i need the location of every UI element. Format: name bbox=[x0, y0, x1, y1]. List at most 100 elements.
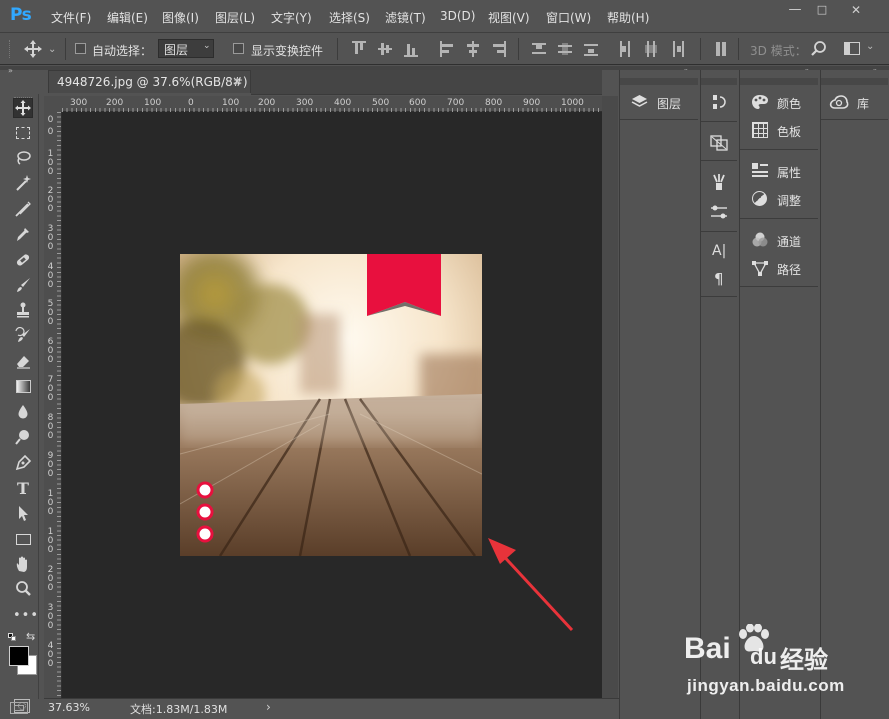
close-icon[interactable]: × bbox=[232, 74, 242, 88]
move-tool-icon[interactable] bbox=[13, 98, 33, 118]
brush-settings-icon[interactable] bbox=[710, 203, 728, 221]
status-arrow-icon[interactable]: › bbox=[266, 700, 271, 714]
align-vertical-center-icon[interactable] bbox=[378, 41, 392, 57]
divider bbox=[620, 119, 698, 120]
chevron-down-icon: ⌄ bbox=[203, 41, 211, 51]
history-icon[interactable] bbox=[710, 93, 728, 111]
adjustments-icon[interactable] bbox=[752, 191, 767, 206]
zoom-tool-icon[interactable] bbox=[13, 580, 33, 600]
menu-type[interactable]: 文字(Y) bbox=[271, 9, 312, 26]
menu-file[interactable]: 文件(F) bbox=[51, 9, 91, 26]
brushes-icon[interactable] bbox=[710, 173, 728, 191]
menu-3d[interactable]: 3D(D) bbox=[440, 9, 475, 23]
workspace-chevron-icon[interactable]: ⌄ bbox=[866, 41, 874, 52]
rectangle-tool-icon[interactable] bbox=[13, 530, 33, 550]
align-right-icon[interactable] bbox=[492, 41, 506, 57]
paths-icon[interactable] bbox=[751, 259, 769, 277]
gradient-tool-icon[interactable] bbox=[13, 377, 33, 397]
ruler-tick-label: 300 bbox=[296, 98, 314, 108]
swatches-icon[interactable] bbox=[752, 122, 768, 138]
marquee-tool-icon[interactable] bbox=[13, 124, 33, 144]
panel-label-channels[interactable]: 通道 bbox=[777, 233, 801, 250]
swap-colors-icon[interactable]: ⇆ bbox=[26, 630, 35, 643]
screen-mode-icon[interactable] bbox=[10, 702, 28, 714]
search-icon[interactable] bbox=[810, 40, 828, 58]
menu-window[interactable]: 窗口(W) bbox=[546, 9, 591, 26]
type-tool-icon[interactable]: T bbox=[13, 479, 33, 499]
healing-brush-tool-icon[interactable] bbox=[13, 251, 33, 271]
menu-help[interactable]: 帮助(H) bbox=[607, 9, 649, 26]
minimize-button[interactable]: — bbox=[784, 3, 806, 19]
panel-label-layers[interactable]: 图层 bbox=[657, 95, 681, 112]
separator bbox=[65, 38, 66, 60]
more-tools-icon[interactable]: ••• bbox=[13, 606, 38, 626]
distribute-top-icon[interactable] bbox=[532, 41, 546, 57]
magic-wand-tool-icon[interactable] bbox=[13, 174, 33, 194]
auto-select-dropdown[interactable]: 图层 ⌄ bbox=[158, 39, 214, 58]
menu-filter[interactable]: 滤镜(T) bbox=[385, 9, 426, 26]
move-tool-icon[interactable] bbox=[22, 39, 44, 59]
menu-image[interactable]: 图像(I) bbox=[162, 9, 199, 26]
eyedropper-tool-icon[interactable] bbox=[13, 225, 33, 245]
distribute-horizontal-center-icon[interactable] bbox=[644, 41, 658, 57]
close-window-button[interactable]: ✕ bbox=[845, 3, 867, 19]
align-top-icon[interactable] bbox=[352, 41, 366, 57]
distribute-right-icon[interactable] bbox=[670, 41, 684, 57]
hand-tool-icon[interactable] bbox=[13, 555, 33, 575]
creative-cloud-libraries-icon[interactable] bbox=[829, 94, 849, 110]
canvas-scrollbar[interactable] bbox=[602, 96, 618, 698]
character-icon[interactable]: A| bbox=[712, 243, 726, 259]
align-bottom-icon[interactable] bbox=[404, 41, 418, 57]
crop-tool-icon[interactable] bbox=[13, 200, 33, 220]
show-transform-checkbox[interactable] bbox=[233, 43, 244, 54]
auto-align-icon[interactable] bbox=[714, 41, 728, 57]
dodge-tool-icon[interactable] bbox=[13, 428, 33, 448]
foreground-color-swatch[interactable] bbox=[9, 646, 29, 666]
menu-select[interactable]: 选择(S) bbox=[329, 9, 370, 26]
panel-label-libraries[interactable]: 库 bbox=[857, 95, 869, 112]
document-image[interactable] bbox=[180, 254, 482, 556]
panel-label-properties[interactable]: 属性 bbox=[777, 164, 801, 181]
ruler-horizontal[interactable]: 300 200 100 0 100 200 300 400 500 600 70… bbox=[62, 96, 602, 112]
blur-tool-icon[interactable] bbox=[13, 403, 33, 423]
menu-edit[interactable]: 编辑(E) bbox=[107, 9, 148, 26]
eraser-tool-icon[interactable] bbox=[13, 352, 33, 372]
zoom-level[interactable]: 37.63% bbox=[48, 701, 90, 714]
path-selection-tool-icon[interactable] bbox=[13, 504, 33, 524]
auto-select-checkbox[interactable] bbox=[75, 43, 86, 54]
tool-preset-chevron-icon[interactable]: ⌄ bbox=[48, 44, 56, 55]
collapse-left-icon[interactable]: » bbox=[8, 67, 13, 75]
brush-tool-icon[interactable] bbox=[13, 276, 33, 296]
ruler-vertical[interactable]: 0 0 1 0 0 2 0 0 3 0 0 4 0 0 5 0 0 6 0 0 … bbox=[44, 112, 62, 698]
panel-label-adjustments[interactable]: 调整 bbox=[777, 192, 801, 209]
default-colors-icon[interactable] bbox=[8, 633, 16, 641]
panel-label-paths[interactable]: 路径 bbox=[777, 261, 801, 278]
separator bbox=[518, 38, 519, 60]
layers-icon[interactable] bbox=[631, 93, 648, 110]
document-tab[interactable]: 4948726.jpg @ 37.6%(RGB/8#) × bbox=[48, 70, 251, 93]
channels-icon[interactable] bbox=[751, 231, 769, 249]
align-horizontal-center-icon[interactable] bbox=[466, 41, 480, 57]
distribute-vertical-center-icon[interactable] bbox=[558, 41, 572, 57]
panel-label-swatches[interactable]: 色板 bbox=[777, 123, 801, 140]
maximize-button[interactable]: □ bbox=[811, 3, 833, 19]
separator bbox=[337, 38, 338, 60]
ruler-tick-label: 6 0 0 bbox=[47, 337, 54, 365]
properties-icon[interactable] bbox=[751, 162, 769, 178]
paragraph-icon[interactable]: ¶ bbox=[714, 270, 724, 288]
lasso-tool-icon[interactable] bbox=[13, 149, 33, 169]
workspace-icon[interactable] bbox=[844, 42, 860, 55]
menu-layer[interactable]: 图层(L) bbox=[215, 9, 255, 26]
ruler-corner[interactable] bbox=[44, 96, 62, 112]
navigator-icon[interactable] bbox=[710, 133, 728, 151]
pen-tool-icon[interactable] bbox=[13, 454, 33, 474]
ruler-ticks bbox=[57, 112, 61, 698]
menu-view[interactable]: 视图(V) bbox=[488, 9, 530, 26]
clone-stamp-tool-icon[interactable] bbox=[13, 301, 33, 321]
color-palette-icon[interactable] bbox=[751, 94, 769, 110]
distribute-bottom-icon[interactable] bbox=[584, 41, 598, 57]
align-left-icon[interactable] bbox=[440, 41, 454, 57]
distribute-left-icon[interactable] bbox=[618, 41, 632, 57]
history-brush-tool-icon[interactable] bbox=[13, 326, 33, 347]
panel-label-color[interactable]: 颜色 bbox=[777, 95, 801, 112]
